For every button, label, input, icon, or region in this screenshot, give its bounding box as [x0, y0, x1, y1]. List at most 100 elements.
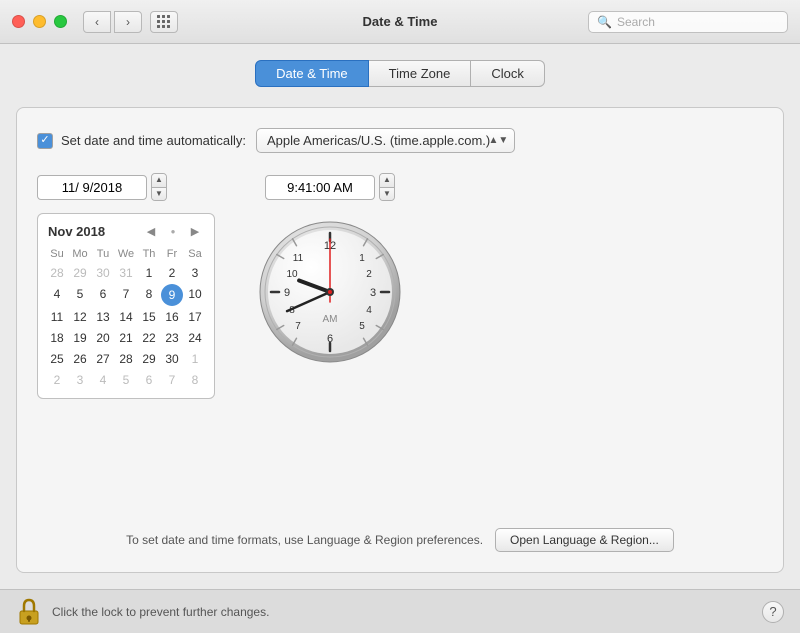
cal-day[interactable]: 27: [92, 349, 114, 369]
panel: ✓ Set date and time automatically: Apple…: [16, 107, 784, 573]
maximize-button[interactable]: [54, 15, 67, 28]
cal-header-fr: Fr: [161, 246, 183, 262]
date-stepper-down[interactable]: ▼: [152, 188, 166, 201]
cal-day[interactable]: 10: [184, 284, 206, 306]
svg-text:9: 9: [284, 287, 290, 299]
tab-clock[interactable]: Clock: [471, 60, 545, 87]
time-section: 9:41:00 AM ▲ ▼: [255, 173, 405, 367]
server-dropdown[interactable]: Apple Americas/U.S. (time.apple.com.) ▲▼: [256, 128, 515, 153]
cal-day[interactable]: 3: [184, 263, 206, 283]
cal-next-button[interactable]: ▶: [186, 222, 204, 240]
cal-day[interactable]: 14: [115, 307, 137, 327]
nav-buttons: ‹ ›: [83, 11, 142, 33]
bottom-note-text: To set date and time formats, use Langua…: [126, 533, 483, 547]
svg-text:6: 6: [327, 333, 333, 345]
cal-day[interactable]: 6: [92, 284, 114, 306]
cal-day[interactable]: 17: [184, 307, 206, 327]
cal-header-we: We: [115, 246, 137, 262]
cal-day[interactable]: 2: [46, 370, 68, 390]
titlebar: ‹ › Date & Time 🔍: [0, 0, 800, 44]
cal-day[interactable]: 15: [138, 307, 160, 327]
cal-day[interactable]: 6: [138, 370, 160, 390]
server-value: Apple Americas/U.S. (time.apple.com.): [267, 133, 490, 148]
cal-day[interactable]: 7: [115, 284, 137, 306]
cal-header-sa: Sa: [184, 246, 206, 262]
cal-day[interactable]: 28: [115, 349, 137, 369]
svg-text:10: 10: [286, 269, 298, 280]
cal-day[interactable]: 30: [161, 349, 183, 369]
lock-icon[interactable]: [16, 597, 42, 627]
date-stepper-up[interactable]: ▲: [152, 174, 166, 188]
cal-day[interactable]: 30: [92, 263, 114, 283]
cal-day[interactable]: 13: [92, 307, 114, 327]
auto-set-checkbox-wrapper: ✓ Set date and time automatically:: [37, 133, 246, 149]
open-language-region-button[interactable]: Open Language & Region...: [495, 528, 674, 552]
grid-button[interactable]: [150, 11, 178, 33]
cal-day[interactable]: 25: [46, 349, 68, 369]
svg-text:11: 11: [293, 253, 304, 264]
cal-day[interactable]: 4: [92, 370, 114, 390]
cal-day[interactable]: 16: [161, 307, 183, 327]
auto-set-checkbox[interactable]: ✓: [37, 133, 53, 149]
cal-day[interactable]: 21: [115, 328, 137, 348]
cal-day[interactable]: 12: [69, 307, 91, 327]
calendar-header: Nov 2018 ◀ ● ▶: [46, 222, 206, 240]
cal-day[interactable]: 26: [69, 349, 91, 369]
cal-day[interactable]: 4: [46, 284, 68, 306]
minimize-button[interactable]: [33, 15, 46, 28]
cal-day[interactable]: 1: [184, 349, 206, 369]
bottom-note: To set date and time formats, use Langua…: [37, 512, 763, 552]
tab-date-time[interactable]: Date & Time: [255, 60, 369, 87]
calendar-grid: Su Mo Tu We Th Fr Sa 28 29 30 31 1 2: [46, 246, 206, 390]
cal-day[interactable]: 5: [115, 370, 137, 390]
time-input[interactable]: 9:41:00 AM: [265, 175, 375, 200]
back-button[interactable]: ‹: [83, 11, 111, 33]
tabs-container: Date & Time Time Zone Clock: [16, 60, 784, 87]
time-input-row: 9:41:00 AM ▲ ▼: [265, 173, 395, 201]
footer: Click the lock to prevent further change…: [0, 589, 800, 633]
date-input[interactable]: 11/ 9/2018: [37, 175, 147, 200]
svg-text:7: 7: [295, 321, 301, 332]
svg-text:1: 1: [359, 253, 365, 264]
cal-day[interactable]: 31: [115, 263, 137, 283]
cal-day[interactable]: 18: [46, 328, 68, 348]
svg-text:3: 3: [370, 287, 376, 299]
tab-time-zone[interactable]: Time Zone: [369, 60, 472, 87]
forward-button[interactable]: ›: [114, 11, 142, 33]
cal-day[interactable]: 23: [161, 328, 183, 348]
auto-set-label: Set date and time automatically:: [61, 133, 246, 148]
cal-day[interactable]: 22: [138, 328, 160, 348]
auto-set-row: ✓ Set date and time automatically: Apple…: [37, 128, 763, 153]
cal-day[interactable]: 7: [161, 370, 183, 390]
cal-day-selected[interactable]: 9: [161, 284, 183, 306]
cal-day[interactable]: 19: [69, 328, 91, 348]
cal-day[interactable]: 8: [184, 370, 206, 390]
svg-text:4: 4: [366, 305, 372, 316]
cal-day[interactable]: 20: [92, 328, 114, 348]
cal-day[interactable]: 11: [46, 307, 68, 327]
cal-day[interactable]: 28: [46, 263, 68, 283]
search-bar: 🔍: [588, 11, 788, 33]
cal-day[interactable]: 2: [161, 263, 183, 283]
cal-prev-button[interactable]: ◀: [142, 222, 160, 240]
footer-lock-text: Click the lock to prevent further change…: [52, 605, 752, 619]
cal-day[interactable]: 29: [138, 349, 160, 369]
calendar: Nov 2018 ◀ ● ▶ Su Mo Tu We Th: [37, 213, 215, 399]
clock-svg: 12 3 6 9 1 2 4 5 7 8 10 11 AM: [255, 217, 405, 367]
cal-day[interactable]: 5: [69, 284, 91, 306]
search-input[interactable]: [617, 15, 779, 29]
cal-day[interactable]: 1: [138, 263, 160, 283]
search-icon: 🔍: [597, 15, 612, 29]
help-button[interactable]: ?: [762, 601, 784, 623]
window-title: Date & Time: [363, 14, 438, 29]
time-stepper-down[interactable]: ▼: [380, 188, 394, 201]
close-button[interactable]: [12, 15, 25, 28]
cal-day[interactable]: 29: [69, 263, 91, 283]
time-stepper-up[interactable]: ▲: [380, 174, 394, 188]
cal-day[interactable]: 8: [138, 284, 160, 306]
cal-day[interactable]: 3: [69, 370, 91, 390]
svg-text:5: 5: [359, 321, 365, 332]
analog-clock: 12 3 6 9 1 2 4 5 7 8 10 11 AM: [255, 217, 405, 367]
cal-circle-icon: ●: [164, 222, 182, 240]
cal-day[interactable]: 24: [184, 328, 206, 348]
